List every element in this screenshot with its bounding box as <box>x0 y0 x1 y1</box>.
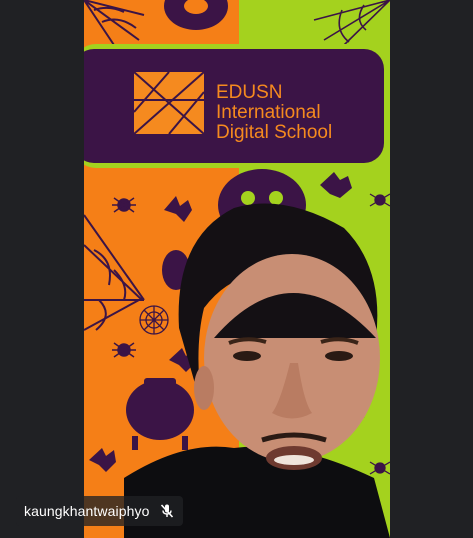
participant-name: kaungkhantwaiphyo <box>24 503 150 519</box>
video-feed: EDUSN International Digital School <box>84 0 390 538</box>
banner-line1: EDUSN <box>216 82 283 103</box>
mic-off-icon <box>159 503 175 519</box>
participant-tile: EDUSN International Digital School kaung… <box>0 0 473 538</box>
banner-line3: Digital School <box>216 122 332 143</box>
banner-line2: International <box>216 102 321 123</box>
participant-name-chip: kaungkhantwaiphyo <box>16 496 184 526</box>
participant-video <box>124 203 390 538</box>
logo-icon <box>133 71 205 135</box>
school-banner: EDUSN International Digital School <box>84 44 388 168</box>
